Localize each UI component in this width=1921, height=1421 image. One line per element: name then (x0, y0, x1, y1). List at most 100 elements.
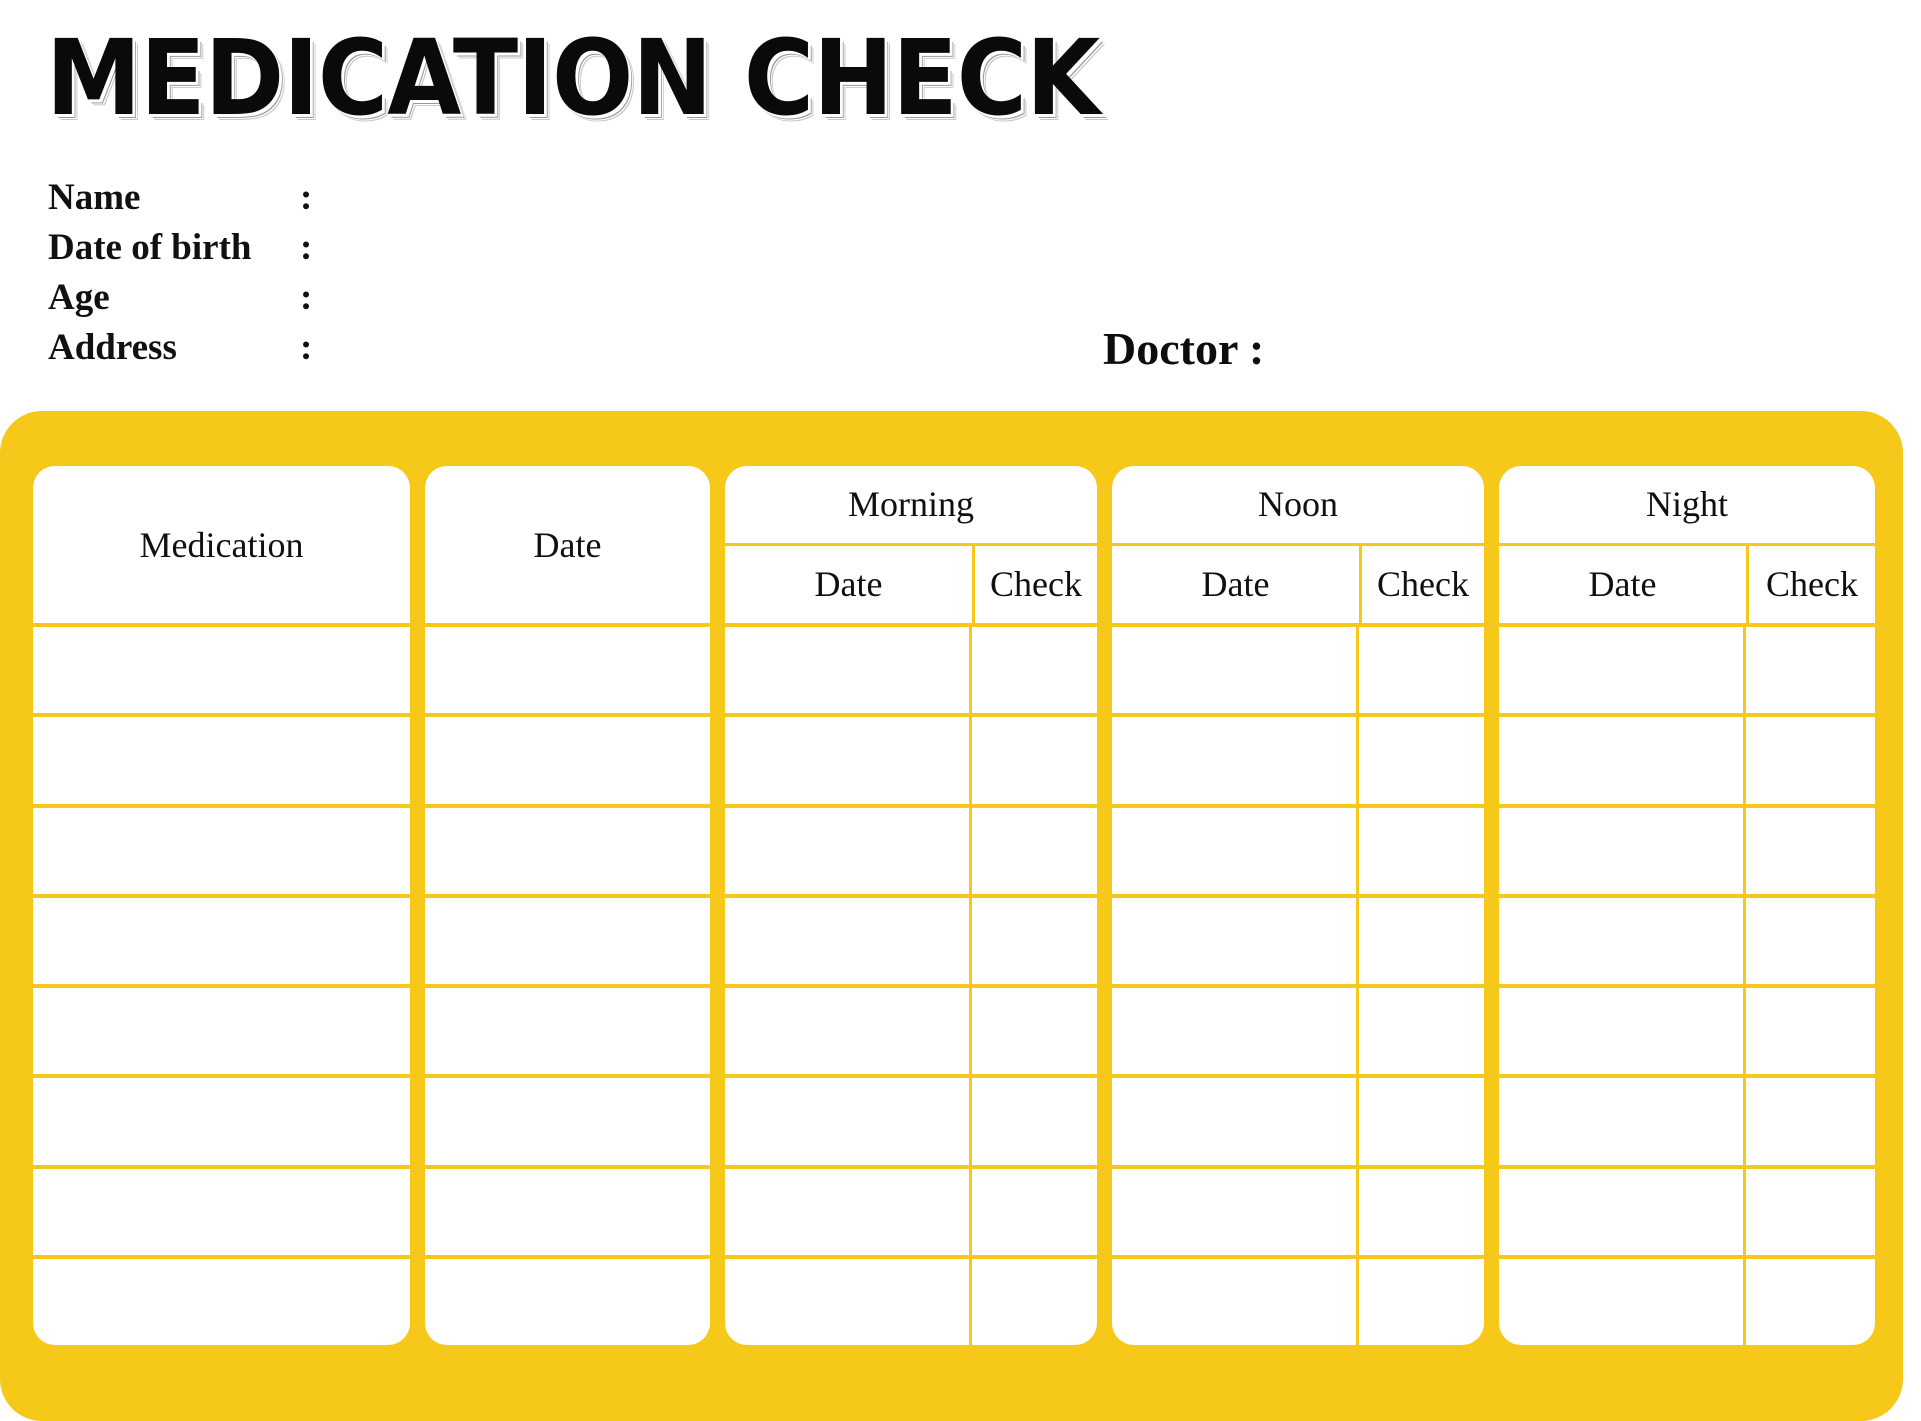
cell-morning-date[interactable] (725, 807, 972, 894)
cell-date[interactable] (425, 988, 710, 1074)
table-row[interactable] (1499, 803, 1875, 894)
cell-morning-check[interactable] (972, 627, 1097, 713)
table-row[interactable] (425, 1074, 710, 1164)
cell-noon-date[interactable] (1112, 1078, 1359, 1165)
table-row[interactable] (33, 893, 410, 984)
cell-morning-check[interactable] (972, 1169, 1097, 1255)
table-row[interactable] (1112, 893, 1484, 984)
table-row[interactable] (1112, 984, 1484, 1075)
table-row[interactable] (33, 713, 410, 803)
cell-night-check[interactable] (1746, 808, 1875, 894)
table-row[interactable] (725, 713, 1097, 804)
table-row[interactable] (725, 623, 1097, 714)
table-row[interactable] (1112, 713, 1484, 804)
cell-morning-check[interactable] (972, 1259, 1097, 1345)
cell-morning-date[interactable] (725, 627, 972, 714)
table-row[interactable] (425, 984, 710, 1074)
cell-medication[interactable] (33, 717, 410, 803)
cell-morning-date[interactable] (725, 897, 972, 984)
cell-night-date[interactable] (1499, 627, 1746, 714)
table-row[interactable] (425, 1164, 710, 1255)
cell-medication[interactable] (33, 1259, 410, 1345)
table-row[interactable] (425, 713, 710, 803)
cell-medication[interactable] (33, 988, 410, 1074)
table-row[interactable] (1499, 1164, 1875, 1255)
table-row[interactable] (1112, 623, 1484, 714)
cell-night-date[interactable] (1499, 1168, 1746, 1255)
table-row[interactable] (1499, 984, 1875, 1075)
cell-night-date[interactable] (1499, 988, 1746, 1075)
cell-medication[interactable] (33, 898, 410, 984)
table-row[interactable] (33, 1164, 410, 1255)
cell-medication[interactable] (33, 1169, 410, 1255)
patient-field-date-of-birth-value[interactable] (326, 258, 468, 259)
cell-night-date[interactable] (1499, 1078, 1746, 1165)
cell-noon-check[interactable] (1359, 1078, 1484, 1164)
cell-morning-date[interactable] (725, 1258, 972, 1345)
patient-field-age-value[interactable] (326, 308, 468, 309)
table-row[interactable] (1499, 713, 1875, 804)
table-row[interactable] (425, 803, 710, 894)
cell-morning-date[interactable] (725, 988, 972, 1075)
cell-night-check[interactable] (1746, 898, 1875, 984)
cell-medication[interactable] (33, 627, 410, 713)
cell-date[interactable] (425, 1169, 710, 1255)
cell-noon-check[interactable] (1359, 898, 1484, 984)
table-row[interactable] (725, 1164, 1097, 1255)
cell-noon-check[interactable] (1359, 1169, 1484, 1255)
table-row[interactable] (33, 1074, 410, 1164)
cell-morning-date[interactable] (725, 1168, 972, 1255)
table-row[interactable] (33, 803, 410, 894)
cell-noon-date[interactable] (1112, 988, 1359, 1075)
table-row[interactable] (425, 623, 710, 713)
cell-noon-check[interactable] (1359, 717, 1484, 803)
cell-morning-date[interactable] (725, 717, 972, 804)
table-row[interactable] (725, 1254, 1097, 1345)
table-row[interactable] (725, 803, 1097, 894)
table-row[interactable] (425, 893, 710, 984)
cell-night-check[interactable] (1746, 988, 1875, 1074)
table-row[interactable] (33, 1254, 410, 1345)
table-row[interactable] (1499, 623, 1875, 714)
patient-field-name-value[interactable] (326, 208, 468, 209)
cell-date[interactable] (425, 717, 710, 803)
cell-night-check[interactable] (1746, 1259, 1875, 1345)
cell-night-date[interactable] (1499, 807, 1746, 894)
cell-morning-check[interactable] (972, 808, 1097, 894)
cell-noon-check[interactable] (1359, 627, 1484, 713)
cell-night-check[interactable] (1746, 1078, 1875, 1164)
cell-medication[interactable] (33, 808, 410, 894)
cell-noon-check[interactable] (1359, 808, 1484, 894)
cell-night-date[interactable] (1499, 1258, 1746, 1345)
table-row[interactable] (1112, 1254, 1484, 1345)
table-row[interactable] (1112, 1164, 1484, 1255)
cell-noon-date[interactable] (1112, 717, 1359, 804)
table-row[interactable] (725, 984, 1097, 1075)
table-row[interactable] (1499, 1074, 1875, 1165)
table-row[interactable] (33, 623, 410, 713)
cell-morning-check[interactable] (972, 988, 1097, 1074)
table-row[interactable] (1499, 893, 1875, 984)
table-row[interactable] (725, 1074, 1097, 1165)
cell-noon-date[interactable] (1112, 1258, 1359, 1345)
table-row[interactable] (1499, 1254, 1875, 1345)
cell-morning-check[interactable] (972, 1078, 1097, 1164)
cell-date[interactable] (425, 1259, 710, 1345)
cell-medication[interactable] (33, 1078, 410, 1164)
cell-night-check[interactable] (1746, 627, 1875, 713)
cell-date[interactable] (425, 627, 710, 713)
cell-noon-check[interactable] (1359, 988, 1484, 1074)
cell-noon-date[interactable] (1112, 1168, 1359, 1255)
table-row[interactable] (425, 1254, 710, 1345)
cell-morning-check[interactable] (972, 898, 1097, 984)
cell-morning-date[interactable] (725, 1078, 972, 1165)
table-row[interactable] (725, 893, 1097, 984)
cell-noon-date[interactable] (1112, 897, 1359, 984)
cell-noon-check[interactable] (1359, 1259, 1484, 1345)
cell-noon-date[interactable] (1112, 627, 1359, 714)
cell-date[interactable] (425, 808, 710, 894)
cell-night-date[interactable] (1499, 897, 1746, 984)
cell-night-check[interactable] (1746, 717, 1875, 803)
table-row[interactable] (33, 984, 410, 1074)
table-row[interactable] (1112, 803, 1484, 894)
